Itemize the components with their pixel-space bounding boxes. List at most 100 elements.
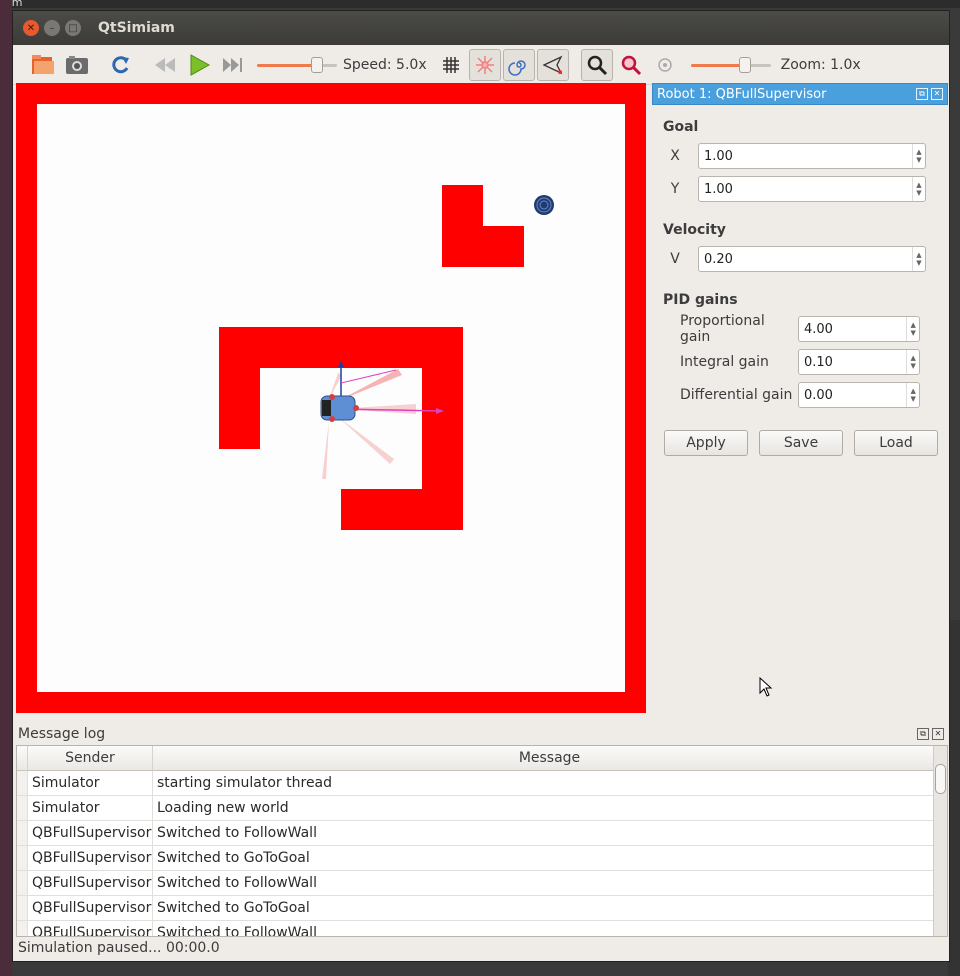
velocity-input[interactable] — [699, 251, 912, 267]
zoom-robot-icon — [621, 55, 641, 75]
integral-gain-label: Integral gain — [680, 354, 769, 370]
cell-sender: QBFullSupervisor — [28, 896, 153, 920]
window-minimize-button[interactable]: – — [44, 20, 60, 36]
cell-message: Switched to FollowWall — [153, 871, 947, 895]
table-row[interactable]: QBFullSupervisor Switched to FollowWall — [17, 821, 947, 846]
dock-close-button[interactable]: ✕ — [931, 88, 943, 100]
proportional-gain-input[interactable] — [799, 321, 907, 337]
show-trajectory-button[interactable] — [502, 48, 535, 81]
status-text: Simulation paused... 00:00.0 — [18, 940, 220, 956]
velocity-stepper[interactable]: ▲ ▼ — [911, 247, 925, 271]
table-row[interactable]: QBFullSupervisor Switched to GoToGoal — [17, 896, 947, 921]
open-world-button[interactable] — [27, 49, 59, 81]
log-scrollbar[interactable] — [933, 746, 947, 936]
world-view[interactable] — [16, 83, 646, 713]
zoom-world-button[interactable] — [580, 48, 613, 81]
show-grid-button[interactable] — [435, 49, 467, 81]
cell-message: starting simulator thread — [153, 771, 947, 795]
log-close-button[interactable]: ✕ — [932, 728, 944, 740]
cell-sender: QBFullSupervisor — [28, 921, 153, 936]
goal-marker — [534, 195, 554, 215]
speed-slider[interactable] — [257, 56, 337, 73]
log-float-button[interactable]: ⧉ — [917, 728, 929, 740]
play-button[interactable] — [183, 49, 215, 81]
velocity-spinbox[interactable]: ▲▼ — [698, 246, 926, 272]
speed-slider-knob[interactable] — [311, 56, 323, 73]
rewind-icon — [155, 57, 175, 72]
cell-message: Switched to GoToGoal — [153, 896, 947, 920]
simulation-canvas[interactable] — [16, 83, 646, 713]
row-gutter — [17, 846, 28, 870]
rotate-icon — [657, 57, 672, 72]
apply-button[interactable]: Apply — [664, 430, 748, 456]
proportional-gain-stepper[interactable]: ▲ ▼ — [906, 317, 919, 341]
zoom-slider-knob[interactable] — [738, 56, 751, 73]
zoom-slider[interactable] — [690, 56, 771, 73]
cell-sender: QBFullSupervisor — [28, 871, 153, 895]
play-icon — [190, 53, 211, 76]
table-row[interactable]: QBFullSupervisor Switched to GoToGoal — [17, 846, 947, 871]
goal-y-label: Y — [670, 181, 680, 197]
rewind-button[interactable] — [149, 49, 181, 81]
integral-gain-input[interactable] — [799, 354, 907, 370]
zoom-slider-fill — [690, 63, 745, 67]
integral-gain-stepper[interactable]: ▲ ▼ — [906, 350, 919, 374]
header-corner — [17, 746, 28, 770]
differential-gain-spinbox[interactable]: ▲▼ — [798, 382, 920, 408]
column-header-message[interactable]: Message — [153, 746, 947, 770]
goal-y-spinbox[interactable]: ▲▼ — [698, 176, 926, 202]
speed-label: Speed: 5.0x — [343, 56, 427, 73]
goal-x-input[interactable] — [699, 148, 912, 164]
column-header-sender[interactable]: Sender — [28, 746, 153, 770]
window-titlebar: ✕ – □ QtSimiam — [13, 11, 949, 45]
cell-message: Switched to GoToGoal — [153, 846, 947, 870]
show-sensors-button[interactable] — [468, 48, 501, 81]
dock-float-button[interactable]: ⧉ — [916, 88, 928, 100]
differential-gain-stepper[interactable]: ▲ ▼ — [906, 383, 919, 407]
row-gutter — [17, 821, 28, 845]
trajectory-icon — [507, 59, 526, 76]
velocity-heading: Velocity — [663, 222, 726, 238]
table-header: Sender Message — [17, 746, 947, 771]
message-log-title: Message log — [18, 726, 106, 742]
goal-y-stepper[interactable]: ▲ ▼ — [911, 177, 925, 201]
reload-button[interactable] — [105, 49, 137, 81]
table-row[interactable]: QBFullSupervisor Switched to FollowWall — [17, 921, 947, 936]
cell-sender: Simulator — [28, 771, 153, 795]
table-row[interactable]: QBFullSupervisor Switched to FollowWall — [17, 871, 947, 896]
robot-properties-dock: Robot 1: QBFullSupervisor ⧉ ✕ Goal X ▲▼ … — [652, 83, 948, 711]
goal-x-spinbox[interactable]: ▲▼ — [698, 143, 926, 169]
zoom-robot-button[interactable] — [615, 49, 647, 81]
rotate-view-button[interactable] — [649, 49, 681, 81]
table-row[interactable]: Simulator starting simulator thread — [17, 771, 947, 796]
load-button[interactable]: Load — [854, 430, 938, 456]
save-button[interactable]: Save — [759, 430, 843, 456]
window-maximize-button[interactable]: □ — [65, 20, 81, 36]
fast-forward-button[interactable] — [217, 49, 249, 81]
grid-icon — [442, 56, 459, 73]
row-gutter — [17, 771, 28, 795]
differential-gain-input[interactable] — [799, 387, 907, 403]
show-supervisor-button[interactable] — [536, 48, 569, 81]
goal-heading: Goal — [663, 119, 699, 135]
screenshot-icon — [66, 55, 88, 74]
row-gutter — [17, 896, 28, 920]
log-scrollbar-thumb[interactable] — [935, 764, 946, 794]
row-gutter — [17, 921, 28, 936]
folder-open-icon — [32, 54, 54, 74]
message-log-table[interactable]: Sender Message Simulator starting simulat… — [16, 745, 948, 937]
message-log-dock: Message log ⧉ ✕ Sender Message Simulator… — [16, 723, 948, 937]
goal-x-stepper[interactable]: ▲ ▼ — [911, 144, 925, 168]
main-toolbar: Speed: 5.0x Zoom: 1.0x — [13, 45, 949, 85]
proportional-gain-spinbox[interactable]: ▲▼ — [798, 316, 920, 342]
cell-message: Loading new world — [153, 796, 947, 820]
goal-y-input[interactable] — [699, 181, 912, 197]
fast-forward-icon — [223, 57, 242, 72]
table-row[interactable]: Simulator Loading new world — [17, 796, 947, 821]
goal-x-label: X — [670, 148, 680, 164]
window-close-button[interactable]: ✕ — [23, 20, 39, 36]
speed-slider-fill — [257, 63, 317, 67]
screenshot-button[interactable] — [61, 49, 93, 81]
integral-gain-spinbox[interactable]: ▲▼ — [798, 349, 920, 375]
sensors-icon — [475, 55, 494, 74]
